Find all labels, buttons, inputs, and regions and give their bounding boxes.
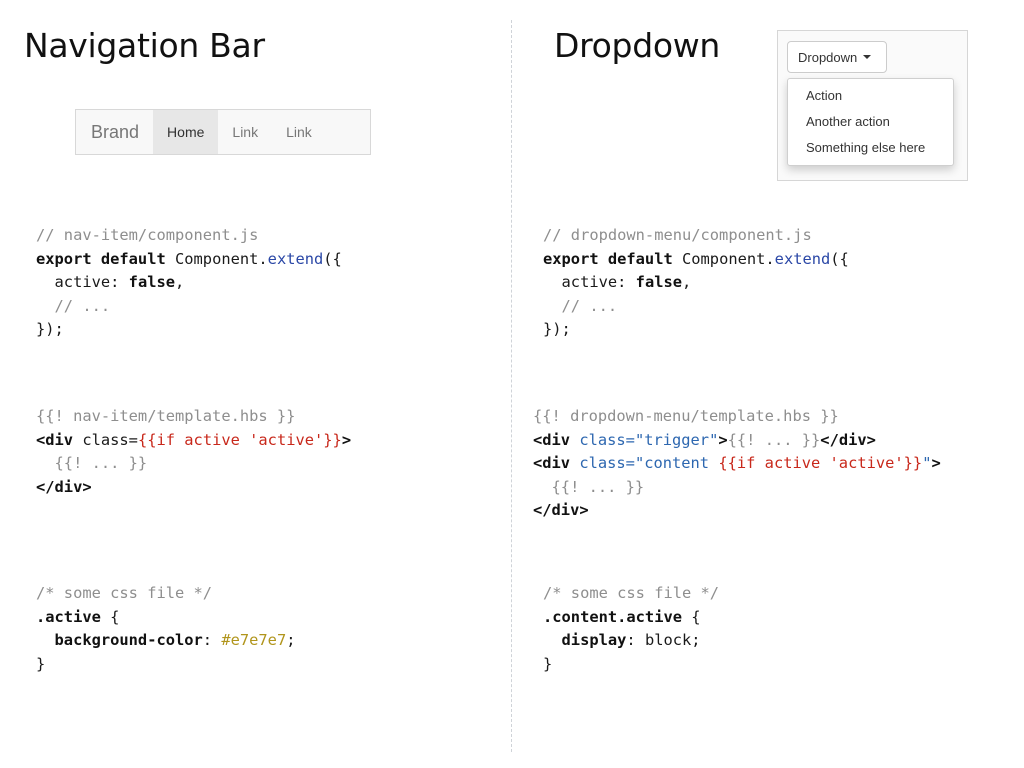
code-selector: .active bbox=[36, 607, 101, 626]
code-tag: > bbox=[341, 430, 352, 449]
column-divider bbox=[511, 20, 512, 752]
code-text: ; bbox=[691, 631, 701, 649]
nav-css-code: /* some css file */ .active { background… bbox=[36, 582, 296, 676]
code-helper: {{if active 'active'}} bbox=[137, 430, 342, 449]
nav-template-hbs-code: {{! nav-item/template.hbs }} <div class=… bbox=[36, 405, 351, 499]
code-css-value: block bbox=[644, 631, 692, 649]
caret-down-icon bbox=[863, 55, 872, 59]
code-tag: </div> bbox=[820, 430, 876, 449]
code-text: ({ bbox=[323, 249, 342, 268]
code-text: ({ bbox=[830, 249, 849, 268]
code-attr: class= bbox=[73, 430, 138, 449]
code-method: extend bbox=[774, 249, 831, 268]
dropdown-item-something-else[interactable]: Something else here bbox=[788, 135, 953, 161]
code-keyword: export default bbox=[36, 249, 166, 268]
code-tag: <div bbox=[533, 430, 571, 449]
code-keyword: export default bbox=[543, 249, 673, 268]
code-css-property: display bbox=[543, 631, 627, 649]
code-property: active: bbox=[543, 273, 636, 291]
code-text: }); bbox=[543, 320, 571, 338]
code-tag: </div> bbox=[36, 477, 92, 496]
navbar-demo: Brand Home Link Link bbox=[75, 109, 371, 155]
dropdown-button-label: Dropdown bbox=[798, 49, 858, 65]
code-comment: {{! ... }} bbox=[727, 430, 821, 449]
dropdown-component-js-code: // dropdown-menu/component.js export def… bbox=[543, 224, 849, 342]
code-text: { bbox=[682, 607, 701, 626]
code-text: }); bbox=[36, 320, 64, 338]
dropdown-css-code: /* some css file */ .content.active { di… bbox=[543, 582, 719, 676]
code-comment: {{! ... }} bbox=[533, 477, 645, 496]
code-text: , bbox=[682, 273, 692, 291]
code-comment: // nav-item/component.js bbox=[36, 226, 259, 244]
code-comment: // ... bbox=[36, 296, 111, 315]
code-comment: /* some css file */ bbox=[543, 584, 720, 602]
code-tag: <div bbox=[36, 430, 74, 449]
code-tag: > bbox=[931, 454, 941, 472]
code-text: Component. bbox=[672, 249, 775, 268]
code-selector: .content.active bbox=[543, 607, 682, 626]
code-comment: {{! dropdown-menu/template.hbs }} bbox=[533, 407, 839, 425]
code-text: } bbox=[36, 654, 46, 673]
code-text: Component. bbox=[165, 249, 268, 268]
code-attr: class="content bbox=[570, 454, 719, 472]
dropdown-title: Dropdown bbox=[554, 26, 721, 65]
code-comment: {{! ... }} bbox=[36, 454, 148, 472]
code-boolean: false bbox=[128, 273, 176, 291]
dropdown-demo: Dropdown Action Another action Something… bbox=[777, 30, 968, 181]
code-css-value: #e7e7e7 bbox=[221, 631, 287, 649]
code-comment: {{! nav-item/template.hbs }} bbox=[36, 407, 296, 425]
code-css-property: background-color bbox=[36, 631, 203, 649]
code-tag: </div> bbox=[533, 501, 589, 519]
dropdown-item-another-action[interactable]: Another action bbox=[788, 109, 953, 135]
code-text: : bbox=[202, 631, 222, 649]
nav-item-home[interactable]: Home bbox=[153, 110, 219, 154]
code-text: } bbox=[543, 654, 553, 673]
code-text: : bbox=[626, 631, 645, 649]
code-attr: class="trigger" bbox=[570, 430, 719, 449]
code-helper: {{if active 'active'}} bbox=[718, 454, 923, 472]
code-comment: // ... bbox=[543, 296, 618, 315]
code-comment: // dropdown-menu/component.js bbox=[543, 226, 812, 244]
code-text: ; bbox=[286, 631, 296, 649]
code-text: , bbox=[175, 273, 185, 291]
dropdown-template-hbs-code: {{! dropdown-menu/template.hbs }} <div c… bbox=[533, 405, 941, 523]
code-tag: > bbox=[718, 430, 728, 449]
code-text: { bbox=[100, 607, 120, 626]
code-boolean: false bbox=[635, 273, 683, 291]
code-tag: <div bbox=[533, 454, 571, 472]
code-property: active: bbox=[36, 273, 129, 291]
dropdown-item-action[interactable]: Action bbox=[788, 83, 953, 109]
code-comment: /* some css file */ bbox=[36, 584, 213, 602]
dropdown-menu: Action Another action Something else her… bbox=[787, 78, 954, 166]
code-method: extend bbox=[267, 249, 324, 268]
navbar-brand[interactable]: Brand bbox=[76, 110, 153, 154]
nav-component-js-code: // nav-item/component.js export default … bbox=[36, 224, 342, 342]
dropdown-button[interactable]: Dropdown bbox=[787, 41, 887, 73]
nav-item-link-2[interactable]: Link bbox=[272, 110, 326, 154]
nav-item-link-1[interactable]: Link bbox=[218, 110, 272, 154]
navigation-bar-title: Navigation Bar bbox=[24, 26, 265, 65]
